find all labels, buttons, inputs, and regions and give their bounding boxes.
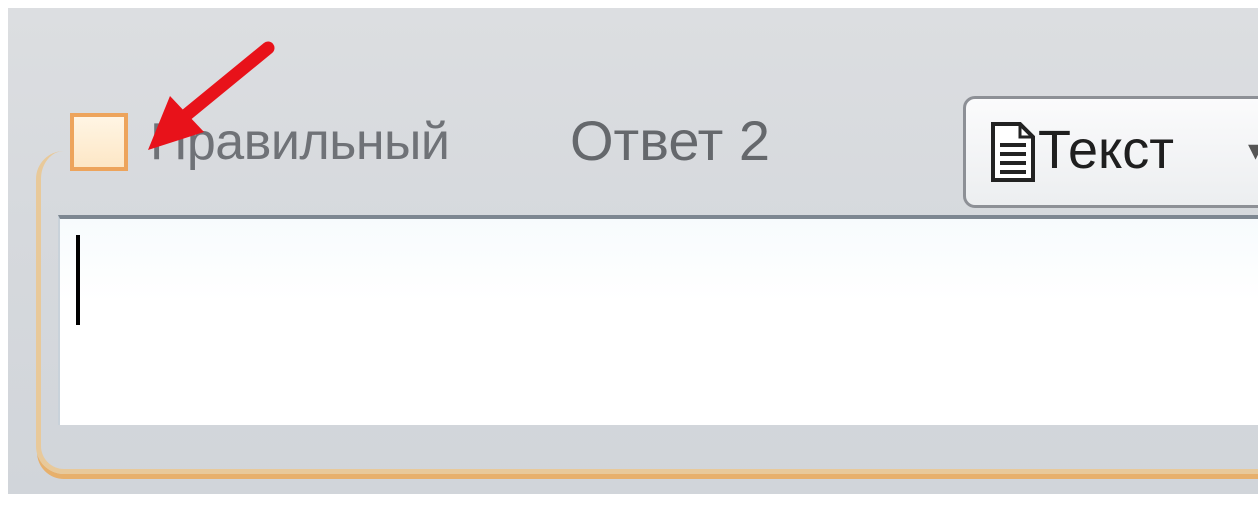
document-icon: [991, 122, 1035, 182]
answer-type-dropdown[interactable]: Текст ▾: [963, 96, 1258, 208]
text-caret: [76, 235, 80, 325]
answer-text-input[interactable]: [58, 215, 1258, 425]
annotation-arrow-icon: [148, 41, 275, 150]
chevron-down-icon: ▾: [1248, 134, 1258, 167]
answer-title: Ответ 2: [570, 109, 770, 172]
answer-type-label: Текст: [1038, 120, 1174, 180]
correct-checkbox[interactable]: [70, 113, 128, 171]
